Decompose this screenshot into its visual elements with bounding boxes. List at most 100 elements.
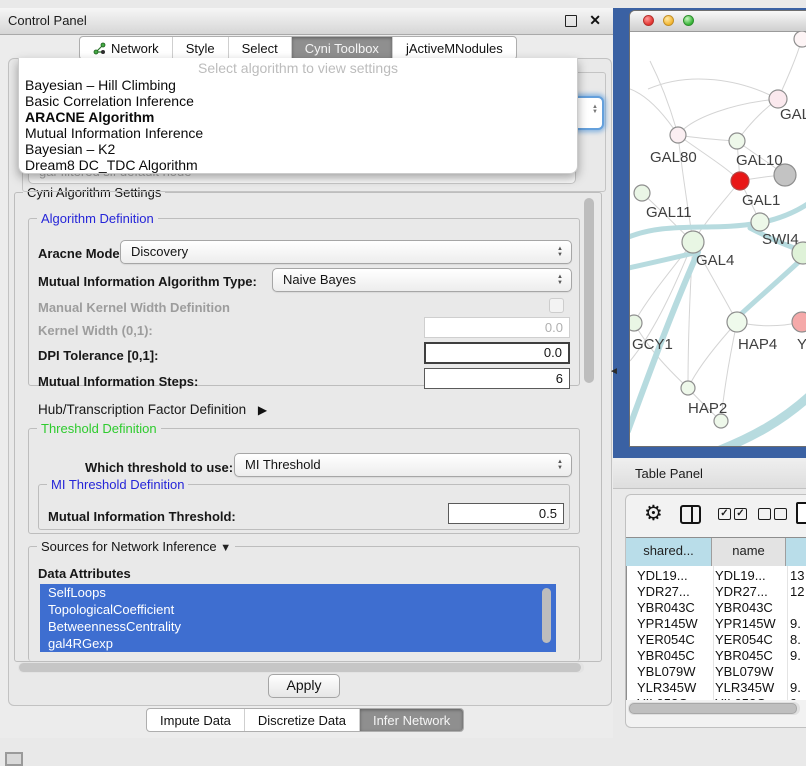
table-cell: YIL052C: [715, 696, 766, 700]
table-row[interactable]: YDL19...YDL19...13: [627, 568, 806, 584]
kernel-width-field[interactable]: 0.0: [424, 317, 570, 338]
table-panel-titlebar[interactable]: Table Panel: [613, 458, 806, 489]
tab-infer-network[interactable]: Infer Network: [360, 709, 463, 731]
algorithm-option[interactable]: Dream8 DC_TDC Algorithm: [19, 157, 577, 173]
network-node-label: GAL4: [696, 252, 734, 269]
settings-vscrollbar[interactable]: [584, 198, 594, 383]
column-header-partial[interactable]: [786, 538, 806, 566]
tab-discretize-data[interactable]: Discretize Data: [245, 709, 360, 731]
tab-style[interactable]: Style: [173, 37, 229, 59]
attribute-item-selected[interactable]: TopologicalCoefficient: [40, 601, 556, 618]
column-header-shared-name[interactable]: shared...: [626, 538, 712, 566]
mi-threshold-field[interactable]: 0.5: [448, 503, 564, 524]
algorithm-option-selected[interactable]: ARACNE Algorithm: [19, 109, 577, 125]
network-window-titlebar[interactable]: [630, 11, 806, 32]
network-node-label: SWI4: [762, 231, 799, 248]
settings-hscrollbar[interactable]: [19, 663, 581, 672]
close-traffic-light-icon[interactable]: [643, 15, 654, 26]
algorithm-option[interactable]: Bayesian – K2: [19, 141, 577, 157]
network-node[interactable]: [634, 185, 650, 201]
algorithm-dropdown-list: Select algorithm to view settings Bayesi…: [18, 58, 578, 174]
table-row[interactable]: YBL079WYBL079W: [627, 664, 806, 680]
manual-kernel-width-checkbox[interactable]: [549, 298, 564, 313]
network-edge[interactable]: [778, 39, 802, 99]
gear-icon[interactable]: ⚙: [644, 503, 663, 524]
document-icon[interactable]: [796, 502, 806, 524]
network-edge-thick[interactable]: [630, 252, 698, 269]
table-row[interactable]: YER054CYER054C8.: [627, 632, 806, 648]
settings-hscrollbar-track: [18, 662, 584, 673]
network-node[interactable]: [751, 213, 769, 231]
table-row[interactable]: YIL052CYIL052C9.: [627, 696, 806, 700]
network-node[interactable]: [630, 315, 642, 331]
apply-button[interactable]: Apply: [268, 674, 340, 698]
minimize-traffic-light-icon[interactable]: [663, 15, 674, 26]
algorithm-option[interactable]: Bayesian – Hill Climbing: [19, 77, 577, 93]
network-node[interactable]: [794, 31, 806, 47]
network-edge[interactable]: [678, 135, 737, 141]
table-cell: YPR145W: [637, 616, 698, 631]
table-cell: 13: [790, 568, 804, 583]
network-edge-thick[interactable]: [720, 392, 806, 446]
stepper-arrows-icon: ▲▼: [592, 105, 598, 115]
attribute-item-selected[interactable]: BetweennessCentrality: [40, 618, 556, 635]
network-node[interactable]: [670, 127, 686, 143]
columns-icon[interactable]: [680, 505, 701, 524]
network-edge[interactable]: [678, 99, 778, 135]
select-all-checkbox2-icon[interactable]: ✓: [734, 508, 747, 520]
table-row[interactable]: YBR045CYBR045C9.: [627, 648, 806, 664]
mi-threshold-label: Mutual Information Threshold:: [48, 509, 236, 524]
mi-steps-field[interactable]: 6: [424, 368, 570, 389]
network-node[interactable]: [682, 231, 704, 253]
network-canvas[interactable]: GALGAL80GAL10GAL1GAL11SWI4GAL4GCY1HAP4YH…: [630, 31, 806, 446]
control-panel-titlebar[interactable]: Control Panel ✕: [0, 8, 613, 35]
network-node[interactable]: [792, 312, 806, 332]
attribute-list-vscrollbar[interactable]: [542, 588, 551, 643]
network-edge[interactable]: [648, 79, 778, 99]
tab-cyni-toolbox[interactable]: Cyni Toolbox: [292, 37, 393, 59]
network-node[interactable]: [731, 172, 749, 190]
network-node[interactable]: [727, 312, 747, 332]
table-row[interactable]: YDR27...YDR27...12: [627, 584, 806, 600]
network-node[interactable]: [729, 133, 745, 149]
which-threshold-label: Which threshold to use:: [85, 460, 233, 475]
select-all-checkbox-icon[interactable]: ✓: [718, 508, 731, 520]
float-window-icon[interactable]: [565, 15, 577, 27]
network-edge[interactable]: [688, 322, 737, 388]
expand-right-icon: ▶: [258, 403, 267, 417]
deselect-checkbox2-icon[interactable]: [774, 508, 787, 520]
table-hscrollbar[interactable]: [629, 703, 797, 714]
network-node[interactable]: [681, 381, 695, 395]
which-threshold-combobox[interactable]: MI Threshold ▲▼: [234, 453, 572, 477]
attribute-item-selected[interactable]: gal4RGexp: [40, 635, 556, 652]
algorithm-dropdown-prompt: Select algorithm to view settings: [19, 60, 577, 77]
algorithm-option[interactable]: Mutual Information Inference: [19, 125, 577, 141]
aracne-mode-combobox[interactable]: Discovery ▲▼: [120, 240, 572, 264]
tab-select[interactable]: Select: [229, 37, 292, 59]
table-cell: 12: [790, 584, 804, 599]
mi-steps-label: Mutual Information Steps:: [38, 374, 198, 389]
deselect-checkbox-icon[interactable]: [758, 508, 771, 520]
table-cell: 9.: [790, 616, 801, 631]
sources-title[interactable]: Sources for Network Inference ▼: [37, 539, 235, 554]
hub-tf-definition-toggle[interactable]: Hub/Transcription Factor Definition ▶: [38, 402, 267, 417]
tab-network[interactable]: Network: [80, 37, 173, 59]
zoom-traffic-light-icon[interactable]: [683, 15, 694, 26]
network-edge[interactable]: [650, 61, 678, 135]
table-cell: YDR27...: [637, 584, 690, 599]
attribute-item-selected[interactable]: SelfLoops: [40, 584, 556, 601]
close-icon[interactable]: ✕: [589, 12, 601, 29]
dpi-tolerance-field[interactable]: 0.0: [424, 342, 570, 364]
network-edge[interactable]: [634, 323, 688, 388]
table-row[interactable]: YBR043CYBR043C: [627, 600, 806, 616]
minimized-panel-icon[interactable]: [5, 752, 23, 766]
mi-algorithm-type-combobox[interactable]: Naive Bayes ▲▼: [272, 268, 572, 292]
algorithm-option[interactable]: Basic Correlation Inference: [19, 93, 577, 109]
table-row[interactable]: YPR145WYPR145W9.: [627, 616, 806, 632]
table-row[interactable]: YLR345WYLR345W9.: [627, 680, 806, 696]
network-node-label: GAL11: [646, 204, 692, 221]
tab-jactivemnodules[interactable]: jActiveMNodules: [393, 37, 516, 59]
column-header-name[interactable]: name: [712, 538, 786, 566]
network-edge-thick[interactable]: [740, 258, 803, 315]
tab-impute-data[interactable]: Impute Data: [147, 709, 245, 731]
